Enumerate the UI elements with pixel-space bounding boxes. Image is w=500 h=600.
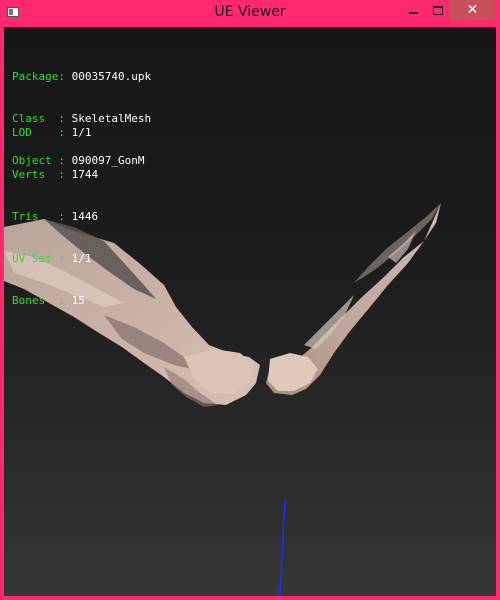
close-icon[interactable]: ✕ bbox=[450, 0, 495, 20]
info-row-uvset: UV Set : 1/1 bbox=[12, 252, 92, 265]
info-row-bones: Bones : 15 bbox=[12, 294, 85, 307]
axis-line bbox=[279, 499, 286, 596]
info-row-lod: LOD : 1/1 bbox=[12, 126, 92, 139]
minimize-icon[interactable] bbox=[400, 0, 426, 20]
3d-viewport[interactable]: Package: 00035740.upk Class : SkeletalMe… bbox=[4, 27, 496, 596]
title-bar[interactable]: UE Viewer ✕ bbox=[0, 0, 500, 27]
maximize-icon[interactable] bbox=[426, 0, 450, 20]
mesh-stats: LOD : 1/1 Verts : 1744 Tris : 1446 UV Se… bbox=[12, 98, 98, 336]
info-row-verts: Verts : 1744 bbox=[12, 168, 99, 181]
app-window: UE Viewer ✕ Package: 00035740.upk Class … bbox=[0, 0, 500, 600]
right-wing bbox=[266, 203, 441, 395]
info-row-tris: Tris : 1446 bbox=[12, 210, 99, 223]
info-row-package: Package: 00035740.upk bbox=[12, 70, 152, 83]
